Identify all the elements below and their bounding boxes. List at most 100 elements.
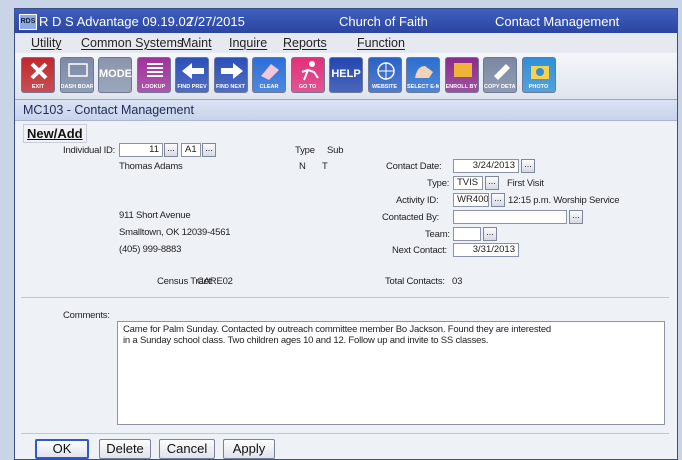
eraser-icon	[261, 64, 279, 80]
phone-number: (405) 999-8883	[119, 244, 182, 255]
list-icon	[146, 63, 163, 77]
contact-date-label: Contact Date:	[386, 161, 442, 172]
find-prev-button-label: FIND PREV	[177, 84, 207, 90]
contacted-by-lookup-button[interactable]: ...	[569, 210, 583, 224]
exit-button-label: EXIT	[31, 84, 45, 90]
activity-description: 12:15 p.m. Worship Service	[508, 195, 620, 206]
mode-button[interactable]: MODE	[98, 57, 132, 93]
total-contacts-value: 03	[452, 276, 463, 287]
code-lookup-button[interactable]: ...	[202, 143, 216, 157]
next-contact-label: Next Contact:	[392, 245, 447, 256]
cancel-button[interactable]: Cancel	[159, 439, 215, 459]
app-window: RDS R D S Advantage 09.19.02 7/27/2015 C…	[14, 8, 678, 460]
arrow-right-icon	[220, 63, 243, 79]
app-name: R D S Advantage 09.19.02	[39, 14, 193, 29]
photo-button-label: PHOTO	[528, 84, 549, 90]
activity-id-label: Activity ID:	[396, 195, 439, 206]
activity-id-input[interactable]: WR400	[453, 193, 489, 207]
select-emails-button[interactable]: SELECT E-MAILS	[406, 57, 440, 93]
contact-type-description: First Visit	[507, 178, 544, 189]
find-next-button[interactable]: FIND NEXT	[213, 57, 248, 93]
lookup-button[interactable]: LOOKUP	[136, 57, 171, 93]
mode-button-text: MODE	[99, 68, 132, 80]
menu-reports[interactable]: Reports	[283, 36, 327, 50]
census-tract-value: CARE02	[197, 276, 233, 287]
menu-function[interactable]: Function	[357, 36, 405, 50]
contact-date-picker-button[interactable]: ...	[521, 159, 535, 173]
contacted-by-input[interactable]	[453, 210, 567, 224]
comments-textarea[interactable]: Came for Palm Sunday. Contacted by outre…	[117, 321, 665, 425]
type-header: Type	[295, 145, 315, 156]
team-label: Team:	[425, 229, 450, 240]
x-icon	[30, 62, 48, 80]
session-date: 7/27/2015	[187, 14, 245, 29]
menu-inquire[interactable]: Inquire	[229, 36, 267, 50]
title-bar: RDS R D S Advantage 09.19.02 7/27/2015 C…	[15, 9, 677, 33]
address-line-1: 911 Short Avenue	[119, 210, 191, 221]
enroll-by-individual-button-label: ENROLL BY INDIVIDUAL	[445, 84, 478, 90]
total-contacts-label: Total Contacts:	[385, 276, 445, 287]
activity-lookup-button[interactable]: ...	[491, 193, 505, 207]
apply-button[interactable]: Apply	[223, 439, 275, 459]
team-input[interactable]	[453, 227, 481, 241]
ok-button[interactable]: OK	[35, 439, 89, 459]
individual-code-input[interactable]: A1	[181, 143, 201, 157]
individual-name: Thomas Adams	[119, 161, 183, 172]
toolbar: EXIT DASH BOARD MODE LOOKUP FIND PREV FIND NE…	[15, 53, 677, 100]
individual-id-label: Individual ID:	[63, 145, 116, 156]
next-contact-input[interactable]: 3/31/2013	[453, 243, 519, 257]
individual-lookup-button[interactable]: ...	[164, 143, 178, 157]
menu-utility[interactable]: Utility	[31, 36, 62, 50]
select-emails-button-label: SELECT E-MAILS	[407, 84, 439, 90]
clear-button[interactable]: CLEAR	[252, 57, 286, 93]
comments-label: Comments:	[63, 310, 110, 321]
menu-bar: Utility Common Systems Maint Inquire Rep…	[15, 33, 677, 54]
section-divider	[21, 297, 669, 298]
hand-icon	[415, 66, 433, 78]
menu-common-systems[interactable]: Common Systems	[81, 36, 183, 50]
help-button-text: HELP	[331, 68, 361, 80]
help-button[interactable]: HELP	[329, 57, 363, 93]
individual-id-input[interactable]: 11	[119, 143, 163, 157]
copy-detail-button[interactable]: COPY DETAIL	[483, 57, 517, 93]
form-title: MC103 - Contact Management	[23, 103, 194, 117]
dash-board-button-label: DASH BOARD	[60, 84, 93, 90]
contacted-by-label: Contacted By:	[382, 212, 440, 223]
address-line-2: Smalltown, OK 12039-4561	[119, 227, 231, 238]
organization-name: Church of Faith	[339, 14, 428, 29]
arrow-left-icon	[182, 63, 204, 79]
go-to-button-label: GO TO	[298, 84, 317, 90]
sub-header: Sub	[327, 145, 344, 156]
camera-icon	[530, 66, 549, 79]
find-next-button-label: FIND NEXT	[215, 84, 246, 90]
enroll-icon	[453, 63, 472, 77]
form-header: MC103 - Contact Management	[15, 100, 677, 121]
app-icon: RDS	[19, 14, 37, 30]
menu-maint[interactable]: Maint	[181, 36, 212, 50]
copy-detail-button-label: COPY DETAIL	[484, 84, 516, 90]
find-prev-button[interactable]: FIND PREV	[175, 57, 209, 93]
runner-icon	[301, 61, 319, 81]
module-name: Contact Management	[495, 14, 620, 29]
photo-button[interactable]: PHOTO	[521, 57, 556, 93]
contact-type-input[interactable]: TVIS	[453, 176, 483, 190]
lookup-button-label: LOOKUP	[141, 84, 166, 90]
website-button-label: WEBSITE	[371, 84, 398, 90]
contact-date-input[interactable]: 3/24/2013	[453, 159, 519, 173]
delete-button[interactable]: Delete	[99, 439, 151, 459]
copy-icon	[494, 64, 510, 80]
sub-value: T	[322, 161, 328, 172]
contact-type-label: Type:	[427, 178, 450, 189]
enroll-by-individual-button[interactable]: ENROLL BY INDIVIDUAL	[444, 57, 479, 93]
clear-button-label: CLEAR	[259, 84, 279, 90]
contact-type-lookup-button[interactable]: ...	[485, 176, 499, 190]
dashboard-icon	[67, 63, 88, 77]
go-to-button[interactable]: GO TO	[290, 57, 325, 93]
type-value: N	[299, 161, 306, 172]
website-button[interactable]: WEBSITE	[367, 57, 402, 93]
comments-line-1: Came for Palm Sunday. Contacted by outre…	[123, 324, 551, 335]
team-lookup-button[interactable]: ...	[483, 227, 497, 241]
new-add-button[interactable]: New/Add	[23, 124, 87, 143]
dash-board-button[interactable]: DASH BOARD	[59, 57, 94, 93]
exit-button[interactable]: EXIT	[21, 57, 55, 93]
